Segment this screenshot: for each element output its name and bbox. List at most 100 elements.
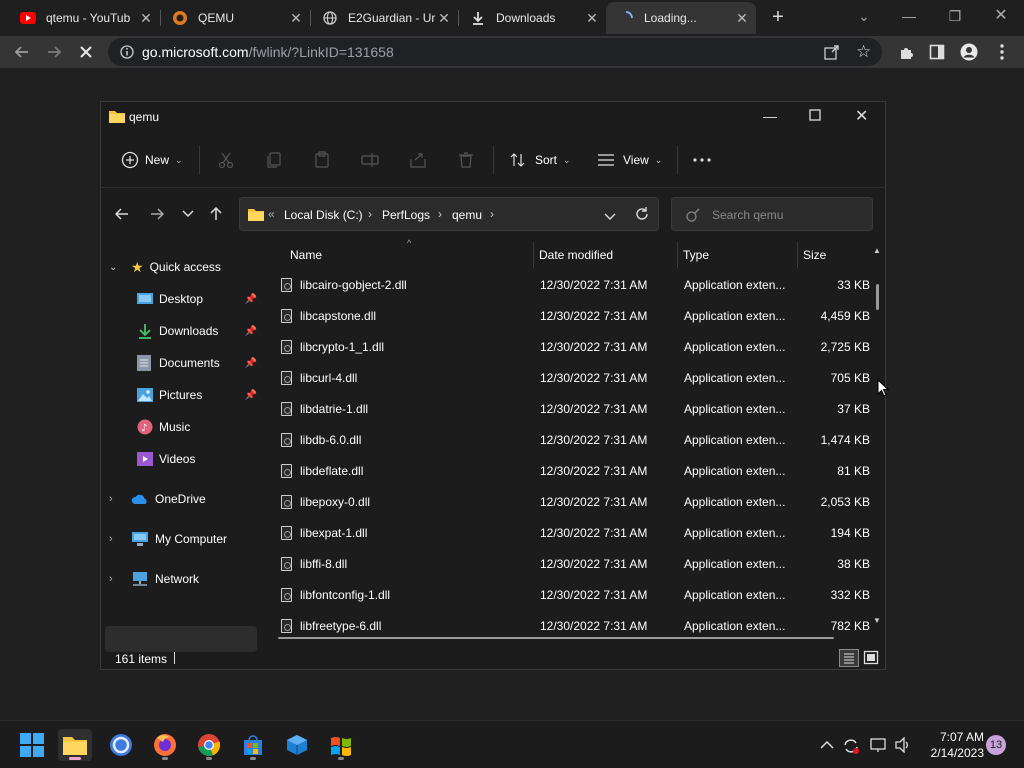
overflow-chevron-icon[interactable]: « (268, 207, 275, 221)
chevron-right-icon[interactable]: › (490, 207, 494, 221)
more-options-icon[interactable] (693, 148, 711, 172)
file-row[interactable]: libexpat-1.dll 12/30/2022 7:31 AM Applicat… (278, 518, 878, 549)
share-icon[interactable] (824, 44, 840, 65)
show-hidden-icons-icon[interactable] (818, 737, 836, 755)
file-row[interactable]: libffi-8.dll 12/30/2022 7:31 AM Applicatio… (278, 549, 878, 580)
breadcrumb-local-disk[interactable]: Local Disk (C:) (284, 208, 363, 222)
share-icon[interactable] (409, 148, 427, 172)
taskbar-windows-vm[interactable] (324, 729, 358, 761)
paste-icon[interactable] (313, 148, 331, 172)
file-row[interactable]: libdeflate.dll 12/30/2022 7:31 AM Applicat… (278, 456, 878, 487)
tab-youtube[interactable]: qtemu - YouTub ✕ (8, 2, 160, 34)
column-divider[interactable] (677, 242, 678, 268)
sidebar-item-music[interactable]: ♪ Music (137, 414, 257, 440)
file-row[interactable]: libepoxy-0.dll 12/30/2022 7:31 AM Applicat… (278, 487, 878, 518)
breadcrumb-qemu[interactable]: qemu (452, 208, 482, 222)
column-divider[interactable] (533, 242, 534, 268)
view-button[interactable]: View ⌄ (597, 148, 662, 172)
sidebar-item-videos[interactable]: Videos (137, 446, 257, 472)
clock[interactable]: 7:07 AM 2/14/2023 (924, 730, 984, 760)
chevron-down-icon[interactable]: ⌄ (109, 262, 125, 273)
forward-arrow-icon[interactable] (146, 203, 168, 225)
sidebar-item-documents[interactable]: Documents 📌 (137, 350, 257, 376)
search-box[interactable]: Search qemu (671, 197, 873, 231)
pin-icon[interactable]: 📌 (245, 326, 257, 337)
profile-icon[interactable] (957, 40, 981, 64)
side-panel-icon[interactable] (925, 40, 949, 64)
rename-icon[interactable] (361, 148, 379, 172)
stop-loading-icon[interactable] (74, 40, 98, 64)
back-arrow-icon[interactable] (111, 203, 133, 225)
delete-icon[interactable] (457, 148, 475, 172)
taskbar-chrome[interactable] (192, 729, 226, 761)
column-header-size[interactable]: Size (803, 240, 863, 270)
chevron-right-icon[interactable]: › (109, 533, 125, 545)
horizontal-scrollbar-thumb[interactable] (278, 637, 834, 639)
column-header-type[interactable]: Type (683, 240, 795, 270)
sidebar-item-desktop[interactable]: Desktop 📌 (137, 286, 257, 312)
file-row[interactable]: libcapstone.dll 12/30/2022 7:31 AM Applica… (278, 301, 878, 332)
sidebar-item-downloads[interactable]: Downloads 📌 (137, 318, 257, 344)
tab-qemu[interactable]: QEMU ✕ (160, 2, 310, 34)
sort-button[interactable]: Sort ⌄ (509, 148, 571, 172)
taskbar-store[interactable] (236, 729, 270, 761)
file-row[interactable]: libfontconfig-1.dll 12/30/2022 7:31 AM App… (278, 580, 878, 611)
vertical-scrollbar-thumb[interactable] (876, 284, 879, 310)
address-bar[interactable]: « Local Disk (C:) › PerfLogs › qemu › (239, 197, 659, 231)
back-icon[interactable] (10, 40, 34, 64)
tab-loading[interactable]: Loading... ✕ (606, 2, 756, 34)
minimize-icon[interactable]: — (897, 4, 921, 28)
new-button[interactable]: New ⌄ (121, 148, 183, 172)
sidebar-item-onedrive[interactable]: › OneDrive (109, 486, 259, 512)
sidebar-item-pictures[interactable]: Pictures 📌 (137, 382, 257, 408)
sync-icon[interactable] (842, 737, 860, 755)
taskbar-file-explorer[interactable] (58, 729, 92, 761)
chevron-right-icon[interactable]: › (438, 207, 442, 221)
new-tab-button[interactable]: + (767, 6, 789, 28)
sidebar-item-my-computer-row[interactable]: › My Computer (109, 526, 259, 552)
recent-locations-icon[interactable] (177, 203, 199, 225)
sidebar-item-network[interactable]: › Network (109, 566, 259, 592)
extensions-icon[interactable] (894, 40, 918, 64)
address-dropdown-icon[interactable] (604, 210, 616, 224)
refresh-icon[interactable] (634, 206, 650, 225)
close-tab-icon[interactable]: ✕ (584, 10, 600, 26)
file-row[interactable]: libcairo-gobject-2.dll 12/30/2022 7:31 AM… (278, 270, 878, 301)
pin-icon[interactable]: 📌 (245, 390, 257, 401)
file-row[interactable]: libcurl-4.dll 12/30/2022 7:31 AM Applicati… (278, 363, 878, 394)
close-icon[interactable]: ✕ (855, 106, 868, 126)
close-tab-icon[interactable]: ✕ (288, 10, 304, 26)
taskbar-firefox[interactable] (148, 729, 182, 761)
tab-e2guardian[interactable]: E2Guardian - Ur ✕ (310, 2, 458, 34)
address-bar[interactable]: go.microsoft.com/fwlink/?LinkID=131658 ☆ (108, 38, 882, 66)
volume-icon[interactable] (894, 736, 912, 755)
chrome-menu-icon[interactable] (990, 40, 1014, 64)
bookmark-star-icon[interactable]: ☆ (856, 42, 871, 62)
taskbar-app-blue[interactable] (104, 729, 138, 761)
details-view-icon[interactable] (839, 649, 859, 667)
restore-icon[interactable]: ❐ (943, 4, 967, 28)
network-status-icon[interactable] (870, 737, 888, 755)
minimize-icon[interactable]: — (763, 108, 777, 124)
close-tab-icon[interactable]: ✕ (436, 10, 452, 26)
close-window-icon[interactable]: ✕ (989, 4, 1013, 28)
file-row[interactable]: libcrypto-1_1.dll 12/30/2022 7:31 AM Appli… (278, 332, 878, 363)
breadcrumb-perflogs[interactable]: PerfLogs (382, 208, 430, 222)
chevron-right-icon[interactable]: › (109, 493, 125, 505)
copy-icon[interactable] (265, 148, 283, 172)
tab-downloads[interactable]: Downloads ✕ (458, 2, 606, 34)
chevron-right-icon[interactable]: › (368, 207, 372, 221)
forward-icon[interactable] (42, 40, 66, 64)
start-button[interactable] (15, 729, 49, 761)
column-divider[interactable] (797, 242, 798, 268)
tab-search-icon[interactable]: ⌄ (852, 4, 876, 28)
notification-badge[interactable]: 13 (986, 735, 1006, 755)
file-row[interactable]: libdb-6.0.dll 12/30/2022 7:31 AM Applicati… (278, 425, 878, 456)
maximize-icon[interactable] (809, 108, 821, 126)
pin-icon[interactable]: 📌 (245, 358, 257, 369)
pin-icon[interactable]: 📌 (245, 294, 257, 305)
file-row[interactable]: libdatrie-1.dll 12/30/2022 7:31 AM Applica… (278, 394, 878, 425)
scroll-up-icon[interactable]: ▲ (873, 246, 881, 255)
site-info-icon[interactable] (120, 45, 134, 64)
close-tab-icon[interactable]: ✕ (138, 10, 154, 26)
